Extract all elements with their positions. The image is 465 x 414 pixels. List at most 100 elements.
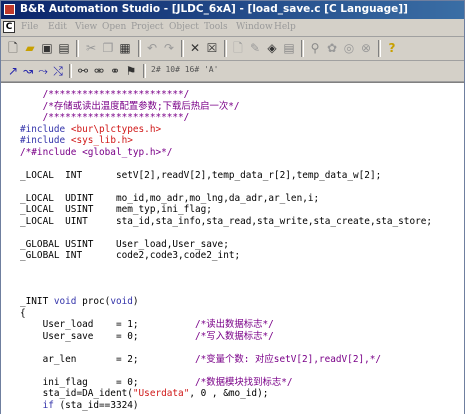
- code-token: User_load = 1;: [20, 319, 195, 330]
- code-token: ar_len = 2;: [20, 353, 195, 365]
- code-line: ar_len = 2; /*变量个数: 对应setV[2],readV[2],*…: [20, 353, 382, 366]
- code-token: sta_id=DA_ident(: [20, 388, 133, 399]
- menu-window[interactable]: Window: [236, 22, 273, 32]
- code-token: void: [53, 296, 77, 307]
- edit-object-icon[interactable]: ✎: [247, 40, 263, 56]
- code-line: /*存储或读出温度配置参数;下载后热启一次*/: [20, 101, 240, 113]
- toolbar-separator: [138, 40, 141, 57]
- open-folder-icon[interactable]: ▰: [22, 40, 38, 56]
- erase-tool-icon[interactable]: ⤭: [50, 63, 66, 79]
- toolbar-separator: [76, 40, 79, 57]
- redo-icon[interactable]: ↷: [161, 40, 177, 56]
- menu-tools[interactable]: Tools: [204, 22, 228, 32]
- open-object-icon[interactable]: ◈: [264, 40, 280, 56]
- code-token: /*存储或读出温度配置参数;下载后热启一次*/: [20, 100, 240, 112]
- code-line: _LOCAL UDINT mo_id,mo_adr,mo_lng,da_adr,…: [20, 193, 319, 205]
- window-title: B&R Automation Studio - [JLDC_6xA] - [lo…: [20, 3, 408, 15]
- c-document-icon[interactable]: C: [3, 21, 15, 33]
- menu-object[interactable]: Object: [169, 22, 199, 32]
- save-all-icon[interactable]: ▤: [56, 40, 72, 56]
- menu-open[interactable]: Open: [102, 22, 126, 32]
- code-line: /*#include <global_typ.h>*/: [20, 147, 172, 159]
- code-editor[interactable]: /************************/ /*存储或读出温度配置参数…: [1, 82, 464, 414]
- undo-icon[interactable]: ↶: [144, 40, 160, 56]
- code-token: (sta_id==3324): [53, 399, 139, 411]
- code-line: _INIT void proc(void): [20, 296, 139, 308]
- polyline-tool-icon[interactable]: ⤳: [35, 63, 51, 79]
- code-token: _LOCAL UDINT mo_id,mo_adr,mo_lng,da_adr,…: [20, 192, 320, 204]
- insert-object-icon[interactable]: 🗋: [230, 40, 246, 56]
- line-tool-icon[interactable]: ↗: [5, 63, 21, 79]
- code-token: /*写入数据标志*/: [194, 330, 274, 342]
- code-token: /*读出数据标志*/: [194, 319, 274, 330]
- code-token: _LOCAL UINT sta_id,sta_info,sta_read,sta…: [20, 215, 433, 227]
- menu-bar: C File Edit View Open Project Object Too…: [1, 19, 464, 37]
- paste-icon[interactable]: ▦: [117, 40, 133, 56]
- toolbar-separator: [143, 64, 146, 78]
- code-line: _GLOBAL USINT User_load,User_save;: [20, 239, 229, 251]
- app-icon: [4, 4, 15, 15]
- toolbar-separator: [378, 40, 381, 57]
- code-token: "Userdata": [132, 388, 190, 399]
- code-line: _LOCAL UINT sta_id,sta_info,sta_read,sta…: [20, 216, 432, 228]
- properties-icon[interactable]: ☒: [204, 40, 220, 56]
- code-token: if: [42, 399, 54, 411]
- toolbar-separator: [301, 40, 304, 57]
- code-line: if (sta_id==3324): [20, 400, 139, 412]
- bookmark-icon[interactable]: ⚑: [123, 63, 139, 79]
- code-token: /************************/: [20, 89, 190, 100]
- menu-help[interactable]: Help: [274, 22, 296, 32]
- code-token: ): [132, 296, 139, 307]
- cut-icon[interactable]: ✂: [83, 40, 99, 56]
- find-next-icon[interactable]: ⚭: [107, 63, 123, 79]
- code-token: ini_flag = 0;: [20, 376, 195, 388]
- code-token: _GLOBAL USINT User_load,User_save;: [20, 238, 229, 250]
- code-line: /************************/: [20, 89, 190, 101]
- object-list-icon[interactable]: ▤: [281, 40, 297, 56]
- help-icon[interactable]: ?: [384, 40, 400, 56]
- toolbar-separator: [224, 40, 227, 57]
- edit-toolbar: ↗ ↝ ⤳ ⤭ ⚯ ⚮ ⚭ ⚑ 2# 10# 16# 'A': [1, 61, 464, 82]
- code-token: #include: [20, 123, 71, 135]
- toolbar-separator: [181, 40, 184, 57]
- code-token: _LOCAL USINT mem_typ,ini_flag;: [20, 204, 212, 215]
- code-line: #include <bur\plctypes.h>: [20, 124, 161, 136]
- menu-file[interactable]: File: [21, 22, 38, 32]
- curve-tool-icon[interactable]: ↝: [20, 63, 36, 79]
- delete-icon[interactable]: ✕: [187, 40, 203, 56]
- menu-view[interactable]: View: [75, 22, 97, 32]
- find-replace-icon[interactable]: ⚮: [91, 63, 107, 79]
- title-bar[interactable]: B&R Automation Studio - [JLDC_6xA] - [lo…: [1, 1, 464, 19]
- save-icon[interactable]: ▣: [39, 40, 55, 56]
- number-format-buttons[interactable]: 2# 10# 16# 'A': [151, 65, 218, 74]
- code-line: {: [20, 308, 26, 320]
- rebuild-icon[interactable]: ◎: [341, 40, 357, 56]
- search-object-icon[interactable]: ⚲: [307, 40, 323, 56]
- code-token: <bur\plctypes.h>: [70, 123, 162, 135]
- code-token: /*变量个数: 对应setV[2],readV[2],*/: [194, 353, 382, 365]
- code-token: void: [110, 296, 133, 307]
- code-line: User_load = 1; /*读出数据标志*/: [20, 319, 274, 331]
- find-icon[interactable]: ⚯: [75, 63, 91, 79]
- transfer-icon[interactable]: ⊗: [358, 40, 374, 56]
- new-file-icon[interactable]: 🗋: [5, 40, 21, 56]
- toolbar-separator: [69, 64, 72, 78]
- build-icon[interactable]: ✿: [324, 40, 340, 56]
- code-token: _GLOBAL INT code2,code3,code2_int;: [20, 250, 241, 261]
- code-token: _INIT: [20, 296, 54, 307]
- code-line: _GLOBAL INT code2,code3,code2_int;: [20, 250, 240, 262]
- code-token: _LOCAL INT setV[2],readV[2],temp_data_r[…: [20, 169, 382, 181]
- copy-icon[interactable]: ❐: [100, 40, 116, 56]
- code-line: _LOCAL USINT mem_typ,ini_flag;: [20, 204, 212, 216]
- code-token: proc(: [76, 296, 111, 307]
- code-line: /************************/: [20, 112, 190, 124]
- code-token: User_save = 0;: [20, 330, 195, 342]
- code-line: sta_id=DA_ident("Userdata", 0 , &mo_id);: [20, 388, 269, 400]
- code-token: , 0 , &mo_id);: [189, 388, 269, 399]
- menu-edit[interactable]: Edit: [48, 22, 67, 32]
- menu-project[interactable]: Project: [131, 22, 164, 32]
- standard-toolbar: 🗋 ▰ ▣ ▤ ✂ ❐ ▦ ↶ ↷ ✕ ☒ 🗋 ✎ ◈ ▤ ⚲ ✿ ◎ ⊗ ?: [1, 37, 464, 61]
- code-line: #include <sys_lib.h>: [20, 135, 133, 147]
- code-line: _LOCAL INT setV[2],readV[2],temp_data_r[…: [20, 170, 381, 182]
